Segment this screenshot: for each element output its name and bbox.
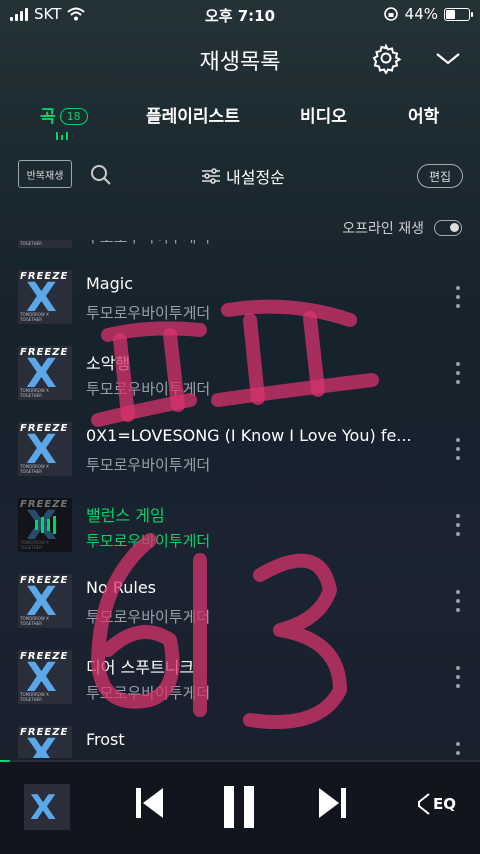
battery-icon	[444, 7, 473, 21]
more-options-icon[interactable]	[454, 590, 462, 612]
battery-percent: 44%	[404, 5, 438, 23]
song-artist: 투모로우바이투게더	[86, 304, 211, 322]
search-icon[interactable]	[90, 164, 112, 186]
song-artist: 투모로우바이투게더	[86, 456, 211, 474]
gear-icon[interactable]	[370, 42, 402, 74]
song-title: Magic	[86, 274, 134, 293]
song-title: Frost	[86, 730, 125, 749]
tab-language[interactable]: 어학	[408, 102, 439, 127]
more-options-icon[interactable]	[454, 742, 462, 758]
album-art: FREEZE X TOMORROW X TOGETHER	[18, 498, 72, 552]
song-row[interactable]: FREEZE X TOMORROW X TOGETHER 디어 스푸트니크 투모…	[0, 644, 480, 720]
tab-songs-label: 곡	[40, 107, 56, 127]
eq-button[interactable]: EQ	[415, 792, 456, 816]
edit-button[interactable]: 편집	[417, 164, 463, 188]
offline-play-setting: 오프라인 재생	[342, 218, 462, 238]
sliders-icon	[202, 168, 220, 184]
album-mark: X	[30, 788, 57, 828]
more-options-icon[interactable]	[454, 438, 462, 460]
progress-bar[interactable]	[0, 760, 480, 762]
song-artist: 투모로우바이투게더	[86, 380, 211, 398]
tab-video[interactable]: 비디오	[300, 102, 347, 127]
album-art: FREEZE X TOMORROW X TOGETHER	[18, 422, 72, 476]
album-caption: TOMORROW X TOGETHER	[20, 240, 49, 246]
song-title: 소악행	[86, 354, 131, 373]
album-art: FREEZE X TOMORROW X TOGETHER	[18, 346, 72, 400]
album-caption: TOMORROW X TOGETHER	[20, 464, 49, 474]
sort-label: 내설정순	[226, 168, 285, 187]
song-row[interactable]: FREEZE X TOMORROW X TOGETHER Magic 투모로우바…	[0, 264, 480, 340]
progress-fill	[0, 760, 10, 762]
previous-icon[interactable]	[134, 786, 166, 820]
header: 재생목록	[0, 36, 480, 80]
song-title: 밸런스 게임	[86, 506, 165, 525]
now-playing-indicator	[56, 132, 68, 140]
song-artist: 투모로우바이투게더	[86, 240, 210, 247]
page-title: 재생목록	[199, 50, 281, 75]
status-bar: SKT 오후 7:10 44%	[0, 0, 480, 28]
more-options-icon[interactable]	[454, 514, 462, 536]
album-art: FREEZE X TOMORROW X TOGETHER	[18, 726, 72, 758]
album-caption: TOMORROW X TOGETHER	[20, 388, 49, 398]
song-row[interactable]: FREEZE X TOMORROW X TOGETHER 0X1=LOVESON…	[0, 416, 480, 492]
chevron-down-icon[interactable]	[434, 46, 462, 70]
more-options-icon[interactable]	[454, 362, 462, 384]
sort-button[interactable]: 내설정순	[202, 164, 285, 188]
song-row[interactable]: FREEZE X TOMORROW X TOGETHER 소악행 투모로우바이투…	[0, 340, 480, 416]
album-caption: TOMORROW X TOGETHER	[20, 692, 49, 702]
album-art: FREEZE X TOMORROW X TOGETHER	[18, 574, 72, 628]
more-options-icon[interactable]	[454, 666, 462, 688]
toolbar: 반복재생 내설정순 편집	[0, 158, 480, 198]
song-title: 디어 스푸트니크	[86, 658, 195, 677]
tab-playlist[interactable]: 플레이리스트	[146, 102, 240, 127]
repeat-button[interactable]: 반복재생	[18, 160, 72, 188]
tab-songs[interactable]: 곡 18	[40, 102, 88, 127]
song-list: FREEZE X TOMORROW X TOGETHER 투모로우바이투게더 F…	[0, 240, 480, 758]
eq-label: EQ	[433, 795, 456, 813]
mini-player: X EQ	[0, 760, 480, 854]
status-right: 44%	[383, 5, 473, 23]
speaker-icon	[418, 793, 430, 815]
album-art: FREEZE X TOMORROW X TOGETHER	[18, 240, 72, 248]
album-art: FREEZE X TOMORROW X TOGETHER	[18, 270, 72, 324]
offline-label: 오프라인 재생	[342, 221, 424, 237]
song-row[interactable]: FREEZE X TOMORROW X TOGETHER No Rules 투모…	[0, 568, 480, 644]
playing-bars-icon	[18, 498, 72, 552]
song-count-badge: 18	[59, 108, 88, 125]
next-icon[interactable]	[316, 786, 348, 820]
more-options-icon[interactable]	[454, 286, 462, 308]
album-caption: TOMORROW X TOGETHER	[20, 312, 49, 322]
song-title: 0X1=LOVESONG (I Know I Love You) fe...	[86, 426, 412, 445]
pause-icon[interactable]	[222, 786, 256, 828]
song-artist: 투모로우바이투게더	[86, 532, 211, 550]
album-caption: TOMORROW X TOGETHER	[20, 616, 49, 626]
offline-toggle[interactable]	[434, 220, 462, 236]
album-art: FREEZE X TOMORROW X TOGETHER	[18, 650, 72, 704]
song-artist: 투모로우바이투게더	[86, 684, 211, 702]
song-row[interactable]: FREEZE X TOMORROW X TOGETHER Frost	[0, 720, 480, 758]
song-artist: 투모로우바이투게더	[86, 608, 211, 626]
song-row[interactable]: FREEZE X TOMORROW X TOGETHER 밸런스 게임 투모로우…	[0, 492, 480, 568]
song-row[interactable]: FREEZE X TOMORROW X TOGETHER 투모로우바이투게더	[0, 240, 480, 264]
tab-bar: 곡 18 플레이리스트 비디오 어학	[0, 98, 480, 148]
battery-fill	[446, 9, 456, 19]
rotation-lock-icon	[383, 7, 398, 21]
song-title: No Rules	[86, 578, 157, 597]
player-album-art[interactable]: X	[24, 784, 70, 830]
album-mark: X	[26, 731, 57, 758]
